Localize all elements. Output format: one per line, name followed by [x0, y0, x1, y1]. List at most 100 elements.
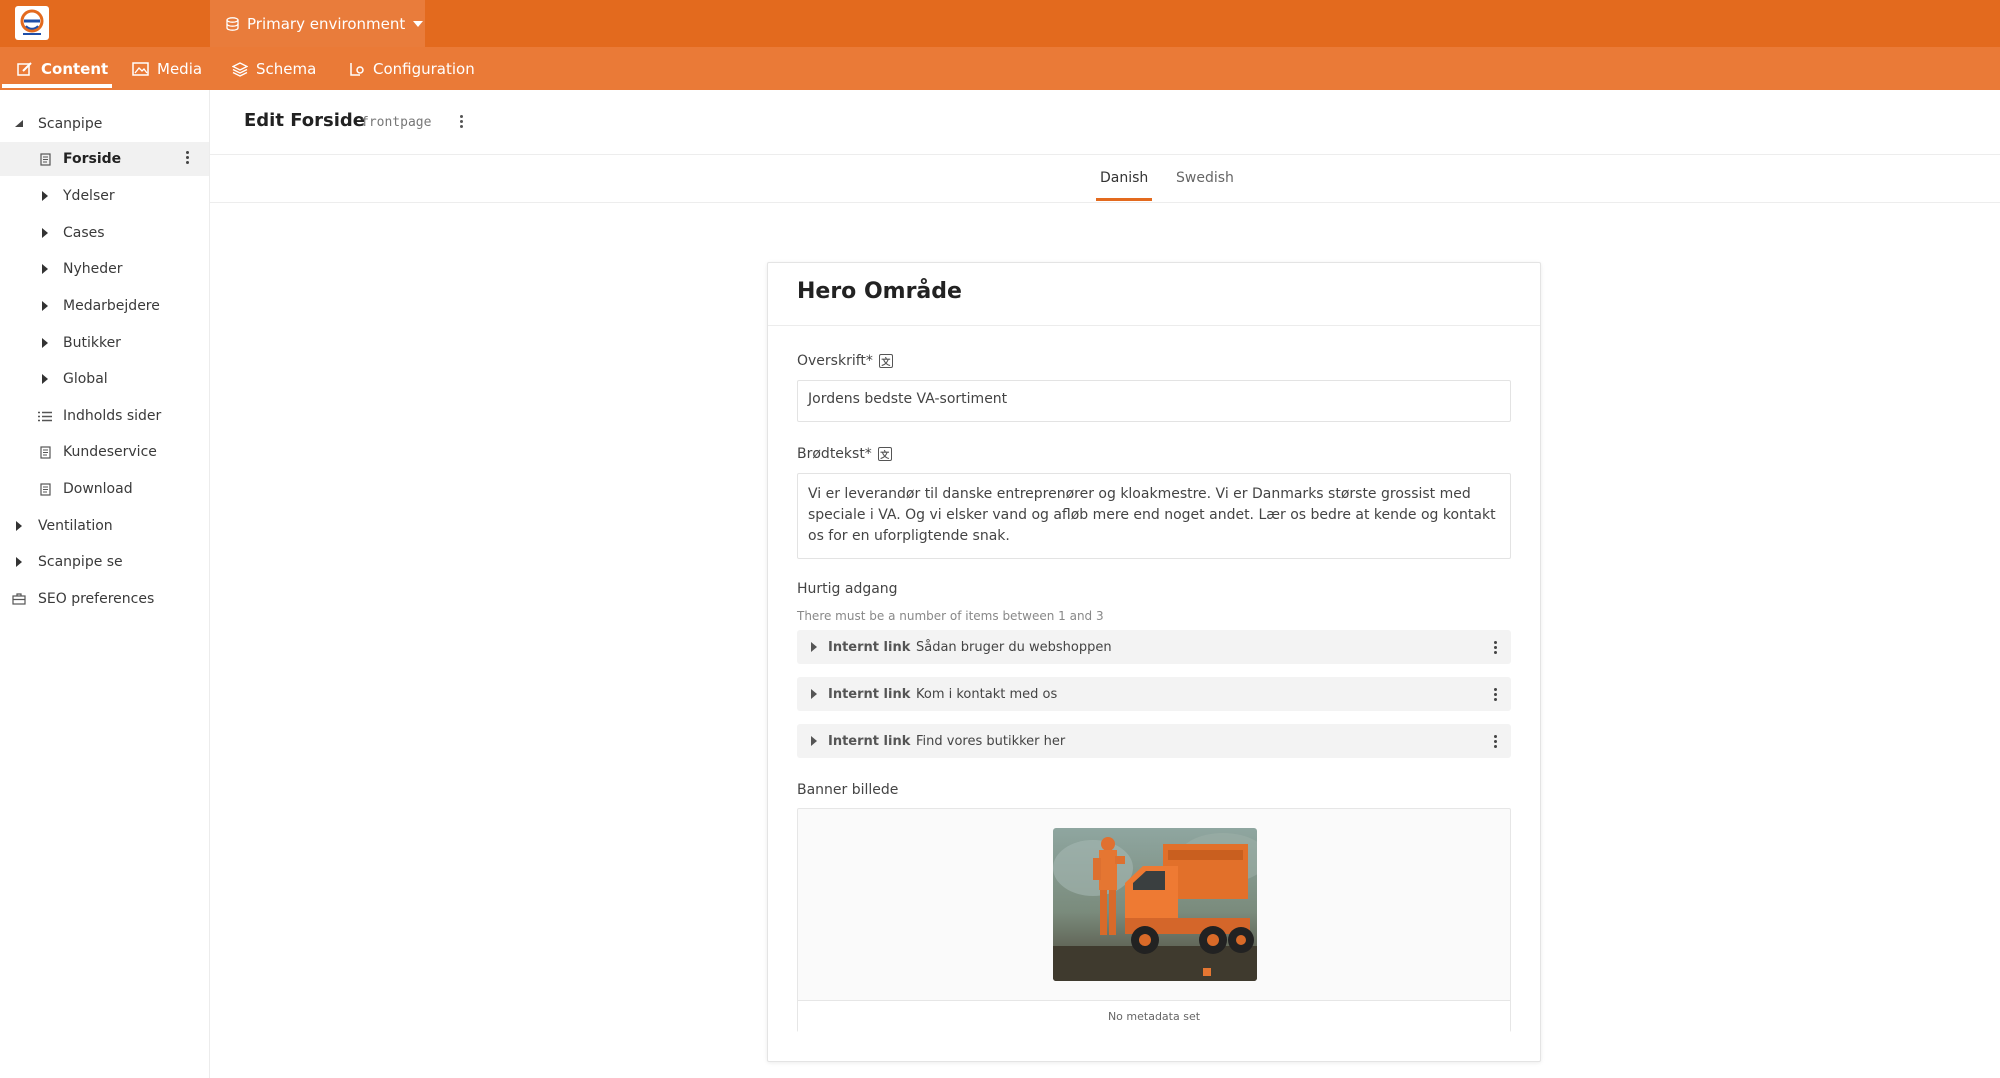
nav-configuration-label: Configuration: [373, 59, 475, 78]
caret-right-icon[interactable]: [38, 336, 52, 350]
tree-item-label: Cases: [63, 225, 105, 241]
scanpipe-logo[interactable]: [15, 6, 49, 40]
language-tabs: Danish Swedish: [210, 156, 2000, 203]
list-icon: [38, 409, 52, 423]
tree-item-global[interactable]: Global: [0, 362, 209, 396]
page-icon: [38, 445, 52, 459]
tree-item-label: SEO preferences: [38, 591, 155, 607]
caret-down-icon[interactable]: [12, 117, 26, 131]
tree-item-butikker[interactable]: Butikker: [0, 326, 209, 360]
tree-item-label: Forside: [63, 151, 122, 167]
item-menu-icon[interactable]: [1494, 735, 1497, 748]
caret-right-icon[interactable]: [38, 372, 52, 386]
tree-item-cases[interactable]: Cases: [0, 216, 209, 250]
caret-right-icon[interactable]: [811, 642, 817, 652]
environment-selector[interactable]: Primary environment: [210, 0, 425, 47]
banner-label: Banner billede: [797, 782, 898, 798]
page-icon: [38, 482, 52, 496]
tree-item-indholds-sider[interactable]: Indholds sider: [0, 399, 209, 433]
quick-access-label: Hurtig adgang: [797, 581, 898, 597]
tree-item-medarbejdere[interactable]: Medarbejdere: [0, 289, 209, 323]
tree-item-label: Ventilation: [38, 518, 113, 534]
quick-access-hint: There must be a number of items between …: [797, 609, 1104, 623]
item-type: Internt link: [828, 686, 911, 702]
tree-item-forside[interactable]: Forside: [0, 142, 209, 176]
tree-item-ydelser[interactable]: Ydelser: [0, 179, 209, 213]
content-tree: Scanpipe Forside Ydelser Cases Nyheder M…: [0, 90, 210, 1078]
nav-media-label: Media: [157, 59, 203, 78]
caret-right-icon[interactable]: [38, 299, 52, 313]
tree-item-scanpipe-se[interactable]: Scanpipe se: [0, 545, 209, 579]
headline-label: Overskrift* 文: [797, 353, 893, 369]
quick-access-item[interactable]: Internt link Kom i kontakt med os: [797, 677, 1511, 711]
banner-image[interactable]: [1053, 828, 1257, 981]
caret-right-icon[interactable]: [38, 226, 52, 240]
item-value: Find vores butikker her: [916, 733, 1066, 749]
quick-access-item[interactable]: Internt link Find vores butikker her: [797, 724, 1511, 758]
nav-content-label: Content: [41, 59, 109, 78]
tree-item-label: Medarbejdere: [63, 298, 160, 314]
caret-right-icon[interactable]: [38, 262, 52, 276]
caret-right-icon[interactable]: [12, 519, 26, 533]
tree-item-label: Butikker: [63, 335, 121, 351]
tree-item-scanpipe[interactable]: Scanpipe: [0, 107, 209, 141]
caret-right-icon[interactable]: [811, 736, 817, 746]
item-menu-icon[interactable]: [1494, 641, 1497, 654]
page-title: Edit Forside: [244, 110, 366, 131]
nav-schema-label: Schema: [256, 59, 317, 78]
briefcase-icon: [12, 592, 26, 606]
tree-item-kundeservice[interactable]: Kundeservice: [0, 435, 209, 469]
caret-right-icon[interactable]: [12, 555, 26, 569]
translate-icon: 文: [878, 354, 893, 368]
tab-active-indicator: [1096, 198, 1152, 201]
chevron-down-icon: [413, 20, 424, 27]
tree-item-seo-preferences[interactable]: SEO preferences: [0, 582, 209, 616]
body-label-text: Brødtekst*: [797, 446, 872, 462]
translate-icon: 文: [877, 447, 892, 461]
tree-item-label: Nyheder: [63, 261, 123, 277]
body-label: Brødtekst* 文: [797, 446, 892, 462]
more-options-icon[interactable]: [460, 115, 463, 128]
item-value: Sådan bruger du webshoppen: [916, 639, 1112, 655]
tree-item-label: Global: [63, 371, 108, 387]
tree-item-nyheder[interactable]: Nyheder: [0, 252, 209, 286]
body-textarea[interactable]: Vi er leverandør til danske entreprenøre…: [797, 473, 1511, 559]
environment-label: Primary environment: [247, 14, 406, 33]
tree-item-ventilation[interactable]: Ventilation: [0, 509, 209, 543]
nav-configuration[interactable]: Configuration: [348, 47, 475, 90]
nav-schema[interactable]: Schema: [232, 47, 316, 90]
schema-name: frontpage: [361, 115, 432, 130]
edit-icon: [17, 61, 32, 76]
quick-access-label-text: Hurtig adgang: [797, 581, 898, 597]
caret-right-icon[interactable]: [38, 189, 52, 203]
tree-item-label: Ydelser: [63, 188, 115, 204]
tree-item-download[interactable]: Download: [0, 472, 209, 506]
item-type: Internt link: [828, 639, 911, 655]
banner-image-field[interactable]: No metadata set: [797, 808, 1511, 1032]
item-menu-icon[interactable]: [1494, 688, 1497, 701]
caret-right-icon[interactable]: [811, 689, 817, 699]
headline-input[interactable]: Jordens bedste VA-sortiment: [797, 380, 1511, 422]
editor-header: Edit Forside frontpage: [210, 90, 2000, 155]
item-menu-icon[interactable]: [186, 151, 189, 164]
headline-label-text: Overskrift*: [797, 353, 873, 369]
tree-item-label: Scanpipe: [38, 116, 103, 132]
tab-danish[interactable]: Danish: [1100, 170, 1148, 186]
banner-label-text: Banner billede: [797, 782, 899, 798]
divider: [768, 325, 1540, 326]
tree-item-label: Indholds sider: [63, 408, 162, 424]
image-icon: [132, 61, 149, 76]
page-icon: [38, 152, 52, 166]
section-title: Hero Område: [797, 279, 962, 304]
quick-access-item[interactable]: Internt link Sådan bruger du webshoppen: [797, 630, 1511, 664]
metadata-status: No metadata set: [798, 1000, 1510, 1032]
tab-swedish[interactable]: Swedish: [1176, 170, 1234, 186]
tree-item-label: Scanpipe se: [38, 554, 123, 570]
top-bar: Primary environment: [0, 0, 2000, 47]
database-icon: [226, 16, 239, 31]
item-type: Internt link: [828, 733, 911, 749]
main-nav: Content Media Schema Configuration: [0, 47, 2000, 90]
nav-media[interactable]: Media: [132, 47, 202, 90]
tree-item-label: Download: [63, 481, 133, 497]
layers-icon: [232, 61, 248, 77]
